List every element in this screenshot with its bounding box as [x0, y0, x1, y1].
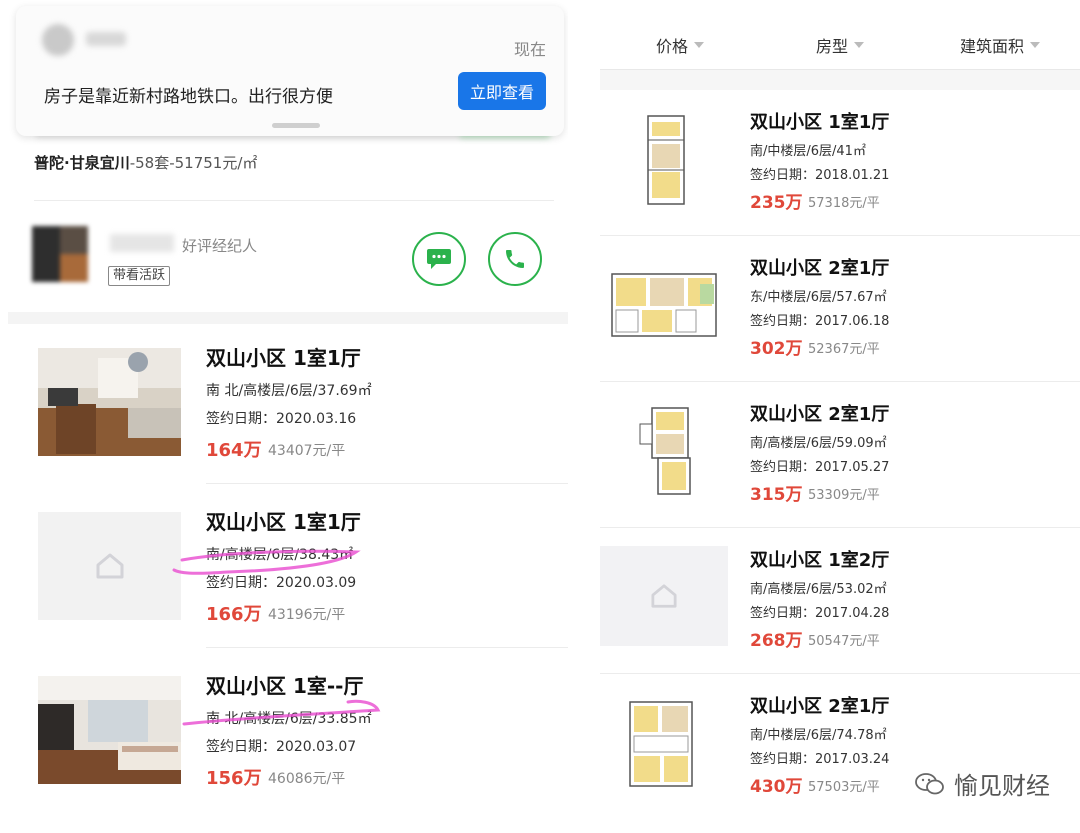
caret-down-icon	[854, 41, 864, 48]
listing-title: 双山小区 1室--厅	[206, 674, 364, 698]
phone-icon	[506, 250, 524, 268]
listing-unit-price: 43407元/平	[268, 443, 346, 459]
wechat-icon	[915, 772, 944, 794]
notification-time: 现在	[513, 40, 546, 59]
photo-placeholder	[600, 546, 728, 646]
listing-info: 南 北/高楼层/6层/33.85㎡	[206, 711, 372, 727]
listing-info: 南/中楼层/6层/41㎡	[750, 144, 866, 159]
listing-title: 双山小区 1室1厅	[750, 112, 890, 133]
listing-sign-date: 签约日期：2020.03.09	[206, 575, 357, 591]
filter-label: 价格	[655, 36, 688, 56]
watermark: 愉见财经	[914, 766, 1050, 801]
section-gap	[8, 312, 568, 324]
listing-price: 430万	[750, 777, 803, 797]
filter-price[interactable]: 价格	[600, 20, 760, 69]
agent-activity-badge: 带看活跃	[108, 266, 171, 286]
divider	[206, 483, 568, 484]
room-photo	[38, 348, 181, 456]
listing-info: 南/中楼层/6层/74.78㎡	[750, 728, 887, 743]
notification-message: 房子是靠近新村路地铁口。出行很方便	[44, 87, 333, 107]
list-item[interactable]: 双山小区 2室1厅 东/中楼层/6层/57.67㎡ 签约日期：2017.06.1…	[600, 236, 1080, 382]
listing-info: 南 北/高楼层/6层/37.69㎡	[206, 383, 372, 399]
list-item[interactable]: 双山小区 2室1厅 南/高楼层/6层/59.09㎡ 签约日期：2017.05.2…	[600, 382, 1080, 528]
listing-sign-date: 签约日期：2018.01.21	[750, 168, 890, 183]
filter-label: 建筑面积	[959, 36, 1024, 56]
filter-layout[interactable]: 房型	[760, 20, 920, 69]
chat-button[interactable]	[412, 232, 466, 286]
listing-price: 166万	[206, 604, 262, 625]
divider	[206, 647, 568, 648]
left-screenshot-panel: 现在 房子是靠近新村路地铁口。出行很方便 立即查看 普陀·甘泉宜川-58套-51…	[8, 0, 568, 833]
listing-price: 302万	[750, 339, 803, 359]
floor-plan-image	[600, 400, 728, 500]
filter-label: 房型	[815, 36, 848, 56]
notification-avatar	[42, 24, 74, 56]
floor-plan-image	[600, 692, 728, 792]
listing-sign-date: 签约日期：2020.03.07	[206, 739, 357, 755]
listing-title: 双山小区 1室1厅	[206, 346, 361, 370]
listing-price: 156万	[206, 768, 262, 789]
view-now-button[interactable]: 立即查看	[458, 72, 546, 110]
notification-drag-handle[interactable]	[272, 123, 320, 128]
community-stats: -58套-51751元/㎡	[129, 154, 258, 172]
listing-price: 164万	[206, 440, 262, 461]
filter-area[interactable]: 建筑面积	[920, 20, 1080, 69]
listing-unit-price: 53309元/平	[808, 488, 880, 503]
notification-sender-blurred	[86, 32, 126, 46]
listing-sign-date: 签约日期：2017.04.28	[750, 606, 890, 621]
listing-title: 双山小区 2室1厅	[750, 404, 890, 425]
agent-avatar[interactable]	[32, 226, 88, 282]
right-screenshot-panel: 价格 房型 建筑面积 双山小区 1室1厅 南/中楼层/6层/41㎡ 签约日期：2…	[600, 0, 1080, 833]
listing-title: 双山小区 2室1厅	[750, 696, 890, 717]
listing-unit-price: 43196元/平	[268, 607, 346, 623]
listing-title: 双山小区 1室1厅	[206, 510, 361, 534]
listing-unit-price: 52367元/平	[808, 342, 880, 357]
section-gap	[600, 70, 1080, 90]
list-item[interactable]: 双山小区 1室1厅 南 北/高楼层/6层/37.69㎡ 签约日期：2020.03…	[8, 324, 568, 484]
caret-down-icon	[694, 41, 704, 48]
listing-unit-price: 57318元/平	[808, 196, 880, 211]
listing-sign-date: 签约日期：2017.05.27	[750, 460, 890, 475]
community-district: 普陀·甘泉宜川	[34, 154, 130, 172]
listing-info: 东/中楼层/6层/57.67㎡	[750, 290, 887, 305]
divider	[34, 200, 554, 201]
listing-title: 双山小区 2室1厅	[750, 258, 890, 279]
listing-info: 南/高楼层/6层/53.02㎡	[750, 582, 887, 597]
caret-down-icon	[1030, 41, 1040, 48]
list-item[interactable]: 双山小区 1室--厅 南 北/高楼层/6层/33.85㎡ 签约日期：2020.0…	[8, 652, 568, 812]
listing-title: 双山小区 1室2厅	[750, 550, 890, 571]
listing-info: 南/高楼层/6层/38.43㎡	[206, 547, 354, 563]
push-notification[interactable]: 现在 房子是靠近新村路地铁口。出行很方便 立即查看	[16, 6, 564, 136]
photo-placeholder	[38, 512, 181, 620]
list-item[interactable]: 双山小区 1室1厅 南/中楼层/6层/41㎡ 签约日期：2018.01.21 2…	[600, 90, 1080, 236]
house-placeholder-icon	[651, 584, 677, 608]
room-photo	[38, 676, 181, 784]
filter-bar: 价格 房型 建筑面积	[600, 20, 1080, 70]
listing-price: 315万	[750, 485, 803, 505]
watermark-text: 愉见财经	[954, 772, 1050, 800]
listing-info: 南/高楼层/6层/59.09㎡	[750, 436, 887, 451]
listing-unit-price: 50547元/平	[808, 634, 880, 649]
floor-plan-image	[600, 254, 728, 354]
listing-sign-date: 签约日期：2020.03.16	[206, 411, 357, 427]
listing-unit-price: 57503元/平	[808, 780, 880, 795]
house-placeholder-icon	[96, 553, 123, 579]
listing-unit-price: 46086元/平	[268, 771, 346, 787]
listing-price: 268万	[750, 631, 803, 651]
chat-icon	[427, 249, 451, 269]
listing-price: 235万	[750, 193, 803, 213]
list-item[interactable]: 双山小区 1室1厅 南/高楼层/6层/38.43㎡ 签约日期：2020.03.0…	[8, 488, 568, 648]
listing-sign-date: 签约日期：2017.03.24	[750, 752, 890, 767]
call-button[interactable]	[488, 232, 542, 286]
list-item[interactable]: 双山小区 1室2厅 南/高楼层/6层/53.02㎡ 签约日期：2017.04.2…	[600, 528, 1080, 674]
community-summary: 普陀·甘泉宜川-58套-51751元/㎡	[34, 152, 257, 173]
agent-rating-tag: 好评经纪人	[182, 237, 258, 255]
floor-plan-image	[600, 108, 728, 208]
agent-name-blurred	[110, 234, 174, 252]
listing-sign-date: 签约日期：2017.06.18	[750, 314, 890, 329]
